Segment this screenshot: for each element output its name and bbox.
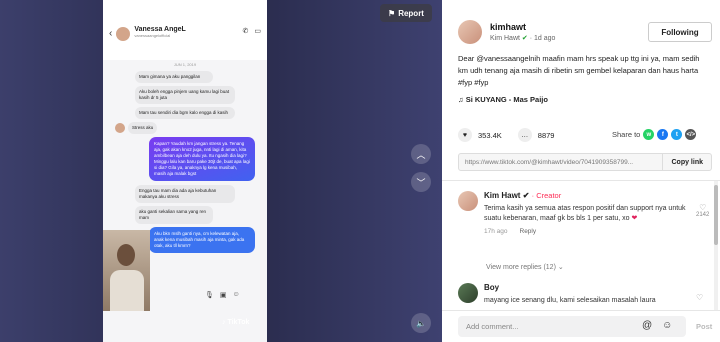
chat-message: Engga tau mam dia ada aja kebutuhan maka… (135, 185, 235, 203)
heart-outline-icon: ♡ (696, 293, 704, 302)
chevron-down-icon: ⌄ (557, 264, 564, 271)
next-video-button[interactable]: ﹀ (411, 172, 431, 192)
comment-list: Kim Hawt ✔ · Creator Terima kasih ya sem… (442, 181, 712, 311)
comment-text: mayang ice senang dlu, kami selesaikan m… (484, 297, 656, 304)
sticker-icon: ☺ (232, 291, 240, 298)
chat-contact-handle: vanessaangelofficial (134, 33, 171, 38)
like-count: 353.4K (478, 130, 502, 140)
chevron-down-icon: ﹀ (416, 177, 426, 188)
share-label: Share to (612, 130, 641, 139)
emoji-icon[interactable]: ☺ (662, 320, 672, 331)
author-info[interactable]: kimhawt Kim Hawt ✔ · 1d ago (458, 20, 555, 44)
embed-icon[interactable]: </> (685, 129, 697, 140)
comment-time: 17h ago (484, 228, 508, 235)
author-username[interactable]: kimhawt (490, 22, 555, 32)
video-link-box: https://www.tiktok.com/@kimhawt/video/70… (458, 153, 712, 171)
chat-message-outgoing: Aku bkn mslh ganti nya, cm kelewatan aja… (149, 227, 255, 253)
post-button[interactable]: Post (696, 322, 712, 331)
twitter-icon[interactable]: t (671, 129, 683, 140)
image-icon: ▣ (219, 292, 227, 299)
phone-icon: ✆ (242, 28, 249, 35)
music-note-icon: ♫ (458, 95, 464, 104)
chat-message: Mam gimana ya aku panggilan (135, 71, 213, 83)
volume-button[interactable]: 🔈 (411, 313, 431, 333)
post-time: · 1d ago (529, 35, 556, 42)
chat-input-icons: 🎙 ▣ ☺ (205, 291, 240, 299)
share-bar: Share to w f t </> (612, 129, 697, 140)
chat-message-outgoing: Kapan? Yaudah km jangan stress ya. Tenan… (149, 137, 255, 181)
video-call-icon: ▭ (254, 28, 261, 35)
tiktok-page: ‹ Vanessa AngeL vanessaangelofficial ✆ ▭… (0, 0, 720, 342)
chat-message: Mam tau sendiri dia bgm kalo engga di ka… (135, 107, 235, 119)
comment-count: 8879 (537, 130, 555, 140)
facecam-overlay (103, 230, 150, 311)
comment-item: Boy mayang ice senang dlu, kami selesaik… (458, 283, 694, 306)
verified-icon: ✔ (522, 191, 530, 200)
flag-icon: ⚑ (388, 8, 396, 18)
chat-avatar-small (115, 123, 125, 133)
chat-message: Aku boleh engga pinjem uang kamu lagi bu… (135, 86, 235, 104)
comment-icon: … (521, 131, 529, 139)
chat-header: ‹ Vanessa AngeL vanessaangelofficial ✆ ▭ (103, 0, 267, 60)
like-button[interactable]: ♥ (458, 128, 472, 142)
chat-date: JUN 1, 2019 (173, 62, 197, 67)
video-link-url[interactable]: https://www.tiktok.com/@kimhawt/video/70… (459, 159, 662, 166)
chat-avatar (116, 27, 131, 41)
add-comment-bar: Add comment... @ ☺ Post (442, 310, 720, 342)
verified-icon: ✔ (521, 35, 528, 42)
whatsapp-icon[interactable]: w (643, 129, 655, 140)
report-button[interactable]: ⚑ Report (380, 4, 432, 22)
scrollbar-thumb[interactable] (714, 185, 718, 245)
chat-message: Stress aku (128, 122, 158, 134)
commenter-avatar[interactable] (458, 283, 478, 303)
facebook-icon[interactable]: f (657, 129, 669, 140)
microphone-icon: 🎙 (205, 292, 214, 299)
person-face (117, 244, 135, 266)
comment-like[interactable]: ♡ (696, 293, 703, 302)
creator-badge: · Creator (531, 191, 562, 200)
speaker-icon: 🔈 (416, 318, 426, 328)
author-display-name: Kim Hawt (490, 35, 520, 42)
comment-item: Kim Hawt ✔ · Creator Terima kasih ya sem… (458, 191, 694, 235)
heart-outline-icon: ♡ (699, 203, 707, 212)
video-caption: Dear @vanessaangelnih maafin mam hrs spe… (458, 54, 700, 87)
heart-emoji-icon: ❤ (631, 215, 638, 222)
following-button[interactable]: Following (648, 22, 712, 42)
comment-like-count: 2142 (696, 212, 710, 218)
comment-like[interactable]: ♡ 2142 (696, 203, 709, 218)
commenter-avatar[interactable] (458, 191, 478, 211)
chat-message: aku ganti sekalian sama yang ren mam (135, 206, 213, 224)
commenter-name[interactable]: Boy (484, 283, 694, 292)
back-icon: ‹ (109, 28, 113, 39)
chat-contact-name: Vanessa AngeL (134, 26, 186, 33)
copy-link-button[interactable]: Copy link (662, 154, 711, 170)
view-more-replies[interactable]: View more replies (12) ⌄ (486, 263, 564, 271)
comment-text: Terima kasih ya semua atas respon positi… (484, 205, 686, 222)
video-player[interactable]: ‹ Vanessa AngeL vanessaangelofficial ✆ ▭… (0, 0, 442, 342)
mention-icon[interactable]: @ (642, 320, 652, 331)
commenter-name[interactable]: Kim Hawt (484, 191, 520, 200)
person-body (110, 270, 144, 311)
tiktok-watermark: ♪ TikTok (222, 319, 250, 326)
music-link[interactable]: ♫ Si KUYANG - Mas Paijo (458, 95, 548, 104)
reply-button[interactable]: Reply (520, 228, 537, 235)
details-panel: kimhawt Kim Hawt ✔ · 1d ago Following De… (442, 0, 720, 342)
heart-icon: ♥ (462, 131, 468, 139)
previous-video-button[interactable]: ︿ (411, 144, 431, 164)
author-avatar[interactable] (458, 20, 482, 44)
comment-button[interactable]: … (517, 128, 532, 142)
chevron-up-icon: ︿ (416, 149, 426, 160)
